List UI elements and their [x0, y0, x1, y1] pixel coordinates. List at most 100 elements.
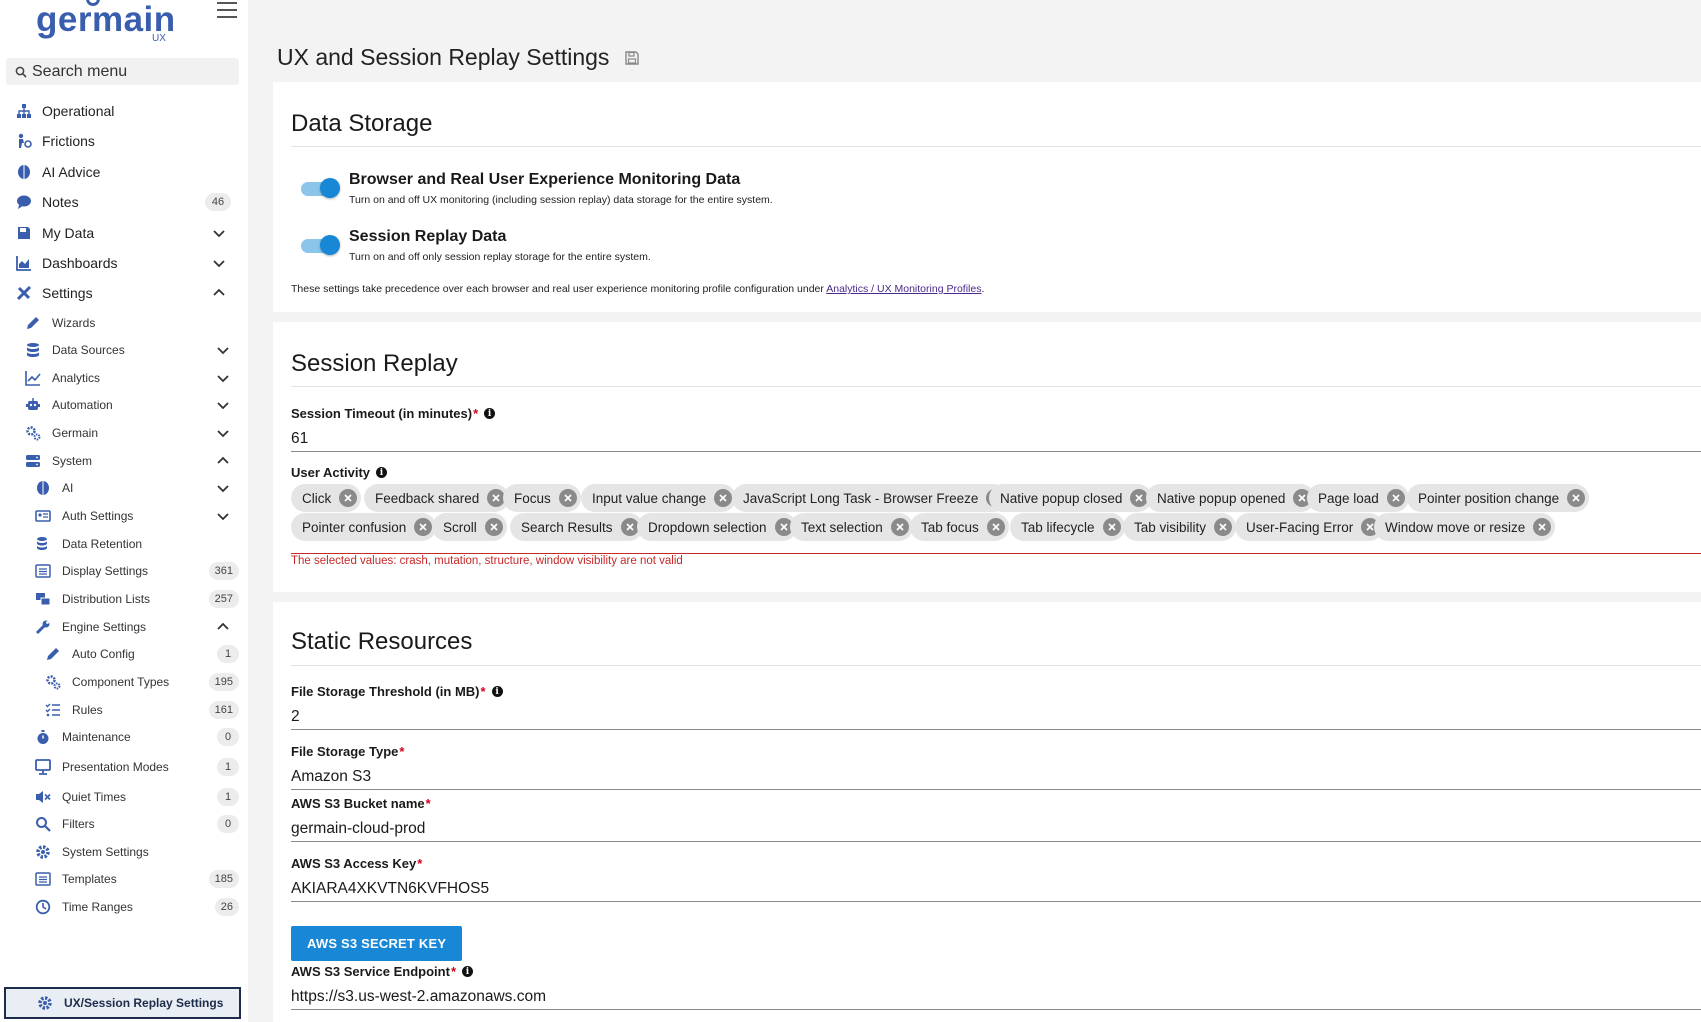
- field-label: AWS S3 Bucket name: [291, 796, 425, 811]
- nav-templates[interactable]: Templates 185: [0, 867, 248, 891]
- activity-chip[interactable]: JavaScript Long Task - Browser Freeze: [732, 484, 1009, 512]
- chevron-up-icon[interactable]: [212, 286, 226, 300]
- activity-chip[interactable]: Native popup closed: [989, 484, 1153, 512]
- info-icon[interactable]: i: [462, 966, 473, 977]
- chevron-up-icon[interactable]: [216, 454, 230, 468]
- nav-frictions[interactable]: Frictions: [0, 129, 248, 153]
- nav-operational[interactable]: Operational: [0, 99, 248, 123]
- nav-ai-advice[interactable]: AI Advice: [0, 160, 248, 184]
- remove-chip-icon[interactable]: [1567, 489, 1586, 507]
- nav-display-settings[interactable]: Display Settings 361: [0, 559, 248, 583]
- activity-chip[interactable]: Feedback shared: [364, 484, 510, 512]
- session-timeout-input[interactable]: 61: [291, 426, 1701, 452]
- remove-chip-icon[interactable]: [714, 489, 733, 507]
- chevron-down-icon[interactable]: [212, 226, 226, 240]
- nav-component-types[interactable]: Component Types 195: [0, 670, 248, 694]
- remove-chip-icon[interactable]: [1214, 518, 1233, 536]
- nav-engine-settings[interactable]: Engine Settings: [0, 615, 248, 639]
- tools-icon: [15, 284, 33, 302]
- nav-analytics[interactable]: Analytics: [0, 366, 248, 390]
- nav-quiet-times[interactable]: Quiet Times 1: [0, 785, 248, 809]
- save-icon[interactable]: [624, 50, 640, 66]
- nav-my-data[interactable]: My Data: [0, 221, 248, 245]
- nav-distribution-lists[interactable]: Distribution Lists 257: [0, 587, 248, 611]
- nav-rules[interactable]: Rules 161: [0, 698, 248, 722]
- nav-wizards[interactable]: Wizards: [0, 311, 248, 335]
- info-icon[interactable]: i: [491, 686, 503, 697]
- activity-chip[interactable]: Tab visibility: [1123, 513, 1237, 541]
- info-icon[interactable]: i: [484, 408, 496, 419]
- nav-settings[interactable]: Settings: [0, 281, 248, 305]
- nav-auto-config[interactable]: Auto Config 1: [0, 642, 248, 666]
- activity-chip[interactable]: Scroll: [432, 513, 507, 541]
- remove-chip-icon[interactable]: [620, 518, 639, 536]
- field-label: File Storage Type: [291, 744, 399, 759]
- aws-bucket-input[interactable]: germain-cloud-prod: [291, 816, 1701, 842]
- chevron-down-icon[interactable]: [216, 398, 230, 412]
- activity-chip[interactable]: Click: [291, 484, 362, 512]
- remove-chip-icon[interactable]: [414, 518, 433, 536]
- remove-chip-icon[interactable]: [890, 518, 909, 536]
- info-icon[interactable]: i: [376, 467, 387, 478]
- nav-system[interactable]: System: [0, 449, 248, 473]
- nav-presentation-modes[interactable]: Presentation Modes 1: [0, 755, 248, 779]
- activity-chip[interactable]: Page load: [1307, 484, 1409, 512]
- chevron-down-icon[interactable]: [216, 426, 230, 440]
- remove-chip-icon[interactable]: [1386, 489, 1405, 507]
- nav-dashboards[interactable]: Dashboards: [0, 251, 248, 275]
- chevron-down-icon[interactable]: [216, 509, 230, 523]
- ux-monitoring-toggle[interactable]: [301, 178, 341, 198]
- activity-chip[interactable]: Search Results: [510, 513, 643, 541]
- file-storage-type-select[interactable]: Amazon S3: [291, 764, 1701, 790]
- count-badge: 0: [217, 728, 239, 746]
- nav-filters[interactable]: Filters 0: [0, 812, 248, 836]
- chevron-down-icon[interactable]: [212, 256, 226, 270]
- chevron-up-icon[interactable]: [216, 620, 230, 634]
- chevron-down-icon[interactable]: [216, 371, 230, 385]
- remove-chip-icon[interactable]: [986, 518, 1005, 536]
- activity-chip[interactable]: Input value change: [581, 484, 737, 512]
- remove-chip-icon[interactable]: [484, 518, 503, 536]
- remove-chip-icon[interactable]: [1533, 518, 1552, 536]
- nav-auth-settings[interactable]: Auth Settings: [0, 504, 248, 528]
- aws-access-key-input[interactable]: AKIARA4XKVTN6KVFHOS5: [291, 876, 1701, 902]
- activity-chip[interactable]: Pointer confusion: [291, 513, 437, 541]
- file-storage-threshold-input[interactable]: 2: [291, 704, 1701, 730]
- nav-notes[interactable]: Notes 46: [0, 190, 248, 214]
- activity-chip[interactable]: Window move or resize: [1374, 513, 1556, 541]
- remove-chip-icon[interactable]: [1102, 518, 1121, 536]
- nav-automation[interactable]: Automation: [0, 393, 248, 417]
- chevron-down-icon[interactable]: [216, 481, 230, 495]
- search-input[interactable]: [32, 62, 232, 81]
- aws-secret-key-button[interactable]: AWS S3 SECRET KEY: [291, 926, 463, 961]
- chip-label: Window move or resize: [1385, 519, 1526, 535]
- activity-chip[interactable]: Focus: [503, 484, 581, 512]
- remove-chip-icon[interactable]: [558, 489, 577, 507]
- nav-ai[interactable]: AI: [0, 476, 248, 500]
- nav-data-sources[interactable]: Data Sources: [0, 338, 248, 362]
- activity-chip[interactable]: User-Facing Error: [1235, 513, 1384, 541]
- activity-chip[interactable]: Tab focus: [910, 513, 1009, 541]
- activity-chip[interactable]: Text selection: [790, 513, 913, 541]
- search-box[interactable]: [6, 58, 239, 85]
- chevron-down-icon[interactable]: [216, 343, 230, 357]
- activity-chip[interactable]: Pointer position change: [1407, 484, 1590, 512]
- activity-chip[interactable]: Dropdown selection: [637, 513, 797, 541]
- nav-ux-session-replay-settings[interactable]: UX/Session Replay Settings: [4, 987, 241, 1019]
- activity-chip[interactable]: Native popup opened: [1146, 484, 1316, 512]
- remove-chip-icon[interactable]: [339, 489, 358, 507]
- menu-toggle-icon[interactable]: [217, 2, 237, 18]
- activity-chip[interactable]: Tab lifecycle: [1010, 513, 1125, 541]
- ux-monitoring-profiles-link[interactable]: Analytics / UX Monitoring Profiles: [826, 283, 981, 295]
- toggle-title: Session Replay Data: [349, 228, 507, 245]
- session-replay-toggle[interactable]: [301, 235, 341, 255]
- nav-maintenance[interactable]: Maintenance 0: [0, 725, 248, 749]
- aws-endpoint-input[interactable]: https://s3.us-west-2.amazonaws.com: [291, 984, 1701, 1010]
- user-activity-multiselect[interactable]: Click Feedback shared Focus Input value cha…: [291, 484, 1701, 554]
- nav-time-ranges[interactable]: Time Ranges 26: [0, 895, 248, 919]
- database-clock-icon: [34, 535, 52, 553]
- tasks-icon: [44, 701, 62, 719]
- nav-system-settings[interactable]: System Settings: [0, 840, 248, 864]
- nav-germain[interactable]: Germain: [0, 421, 248, 445]
- nav-data-retention[interactable]: Data Retention: [0, 532, 248, 556]
